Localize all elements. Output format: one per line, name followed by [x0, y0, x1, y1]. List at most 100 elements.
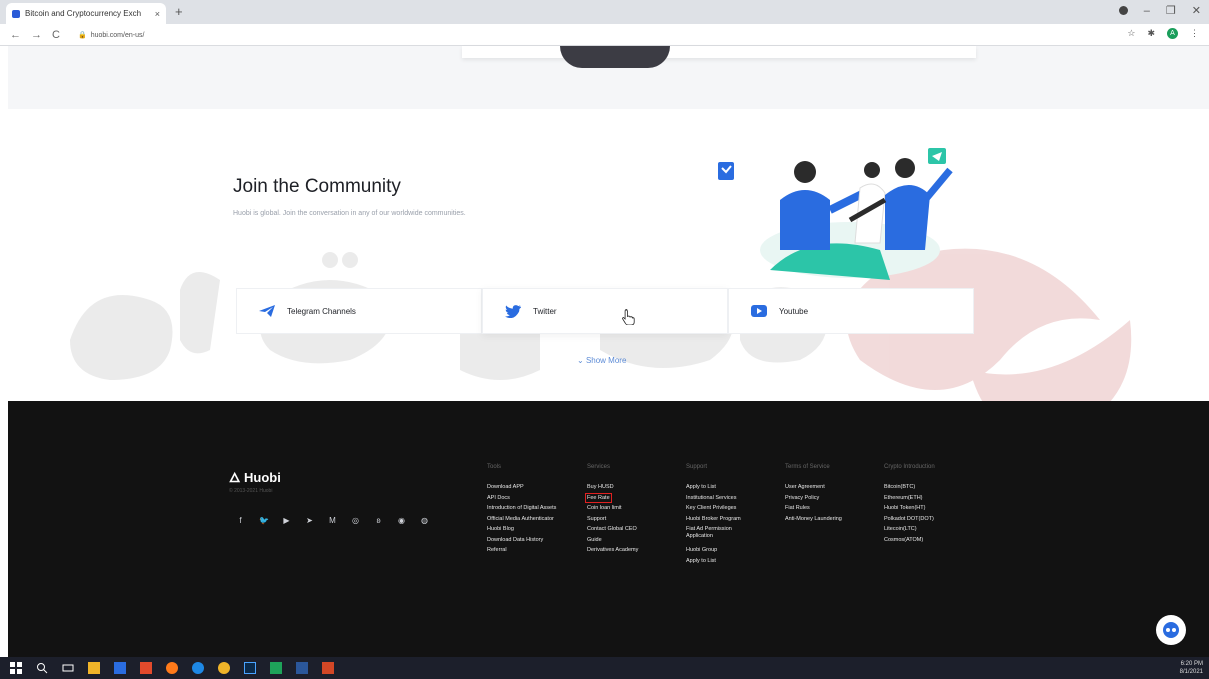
powerpoint-icon[interactable]	[322, 662, 334, 674]
show-more-link[interactable]: ⌄ Show More	[577, 356, 626, 365]
instagram-icon[interactable]: ◎	[351, 516, 360, 525]
file-explorer-icon[interactable]	[88, 662, 100, 674]
back-button[interactable]: ←	[10, 29, 21, 41]
word-icon[interactable]	[296, 662, 308, 674]
windows-taskbar	[0, 657, 1209, 679]
mail-icon[interactable]	[114, 662, 126, 674]
footer-link[interactable]: Derivatives Academy	[587, 547, 638, 558]
youtube-icon[interactable]: ▶	[282, 516, 291, 525]
huobi-favicon-icon	[12, 9, 20, 18]
footer-column-title: Services	[587, 464, 611, 470]
chat-support-button[interactable]	[1156, 615, 1186, 645]
footer-link[interactable]: Huobi Blog	[487, 526, 556, 537]
footer-link[interactable]: Apply to List	[686, 484, 756, 495]
footer-link[interactable]: Coin loan limit	[587, 505, 638, 516]
address-bar[interactable]: 🔒 huobi.com/en-us/	[78, 28, 1108, 42]
hand-cursor-icon	[622, 309, 635, 325]
puzzle-icon[interactable]: ✱	[1147, 28, 1155, 39]
footer-link[interactable]: Apply to List	[686, 558, 756, 569]
reddit-icon[interactable]: ◉	[397, 516, 406, 525]
footer-link[interactable]: Official Media Authenticator	[487, 516, 556, 527]
camtasia-icon[interactable]	[270, 662, 282, 674]
footer-column-crypto: Crypto Introduction Bitcoin(BTC) Ethereu…	[884, 464, 935, 547]
new-tab-button[interactable]: +	[175, 4, 183, 19]
maximize-button[interactable]: ❐	[1166, 4, 1176, 17]
footer-brand[interactable]: 🜂 Huobi	[229, 464, 281, 490]
twitter-icon[interactable]: 🐦	[259, 516, 269, 525]
browser-tab[interactable]: Bitcoin and Cryptocurrency Exch ×	[6, 3, 166, 24]
forward-button[interactable]: →	[31, 29, 42, 41]
weibo-icon[interactable]: ʚ	[374, 516, 383, 525]
task-view-icon[interactable]	[62, 662, 74, 674]
community-title: Join the Community	[233, 176, 401, 197]
menu-dots-icon[interactable]: ⋮	[1190, 28, 1199, 39]
search-icon[interactable]	[36, 662, 48, 674]
channel-label: Telegram Channels	[287, 306, 356, 316]
footer-link[interactable]: Introduction of Digital Assets	[487, 505, 556, 516]
channel-label: Twitter	[533, 306, 557, 316]
wechat-icon[interactable]: ◍	[420, 516, 429, 525]
clock-time: 6:20 PM	[1180, 661, 1203, 667]
footer-link[interactable]: Bitcoin(BTC)	[884, 484, 935, 495]
tab-close-icon[interactable]: ×	[155, 9, 160, 19]
taskbar-clock[interactable]: 6:20 PM 8/1/2021	[1180, 660, 1203, 676]
footer-link[interactable]: Anti-Money Laundering	[785, 516, 842, 527]
footer-link[interactable]: Privacy Policy	[785, 495, 842, 506]
brand-name: Huobi	[244, 470, 281, 485]
footer-column-terms: Terms of Service User Agreement Privacy …	[785, 464, 842, 526]
photoshop-icon[interactable]	[244, 662, 256, 674]
footer-copyright: © 2013-2021 Huobi	[229, 488, 273, 494]
footer-link[interactable]: Key Client Privileges	[686, 505, 756, 516]
channel-telegram[interactable]: Telegram Channels	[236, 288, 482, 334]
browser-toolbar: ← → C 🔒 huobi.com/en-us/ ☆ ✱ A ⋮	[0, 24, 1209, 46]
footer-link[interactable]: Referral	[487, 547, 556, 558]
profile-icon[interactable]	[1118, 6, 1128, 15]
footer-link[interactable]: User Agreement	[785, 484, 842, 495]
channel-twitter[interactable]: Twitter	[482, 288, 728, 334]
footer-column-title: Tools	[487, 464, 502, 470]
footer-link[interactable]: Huobi Broker Program	[686, 516, 756, 527]
footer-link[interactable]: Download Data History	[487, 537, 556, 548]
firefox-icon[interactable]	[166, 662, 178, 674]
close-window-button[interactable]: ✕	[1192, 4, 1201, 17]
footer-link[interactable]: Polkadot DOT(DOT)	[884, 516, 935, 527]
office-icon[interactable]	[140, 662, 152, 674]
footer-link[interactable]: Contact Global CEO	[587, 526, 638, 537]
footer-column-title: Support	[686, 464, 708, 470]
footer-link[interactable]: Fiat Rules	[785, 505, 842, 516]
footer-link[interactable]: Ethereum(ETH)	[884, 495, 935, 506]
footer-link[interactable]: Fiat Ad Permission Application	[686, 526, 756, 547]
community-description: Huobi is global. Join the conversation i…	[233, 210, 466, 217]
telegram-icon[interactable]: ➤	[305, 516, 314, 525]
avatar[interactable]: A	[1167, 28, 1178, 39]
lock-icon: 🔒	[78, 32, 87, 39]
window-controls: – ❐ ✕	[1118, 4, 1201, 17]
medium-icon[interactable]: M	[328, 516, 337, 525]
footer-link[interactable]: Huobi Token(HT)	[884, 505, 935, 516]
app-icon[interactable]	[218, 662, 230, 674]
footer-link[interactable]: API Docs	[487, 495, 556, 506]
footer-link-fee-rate[interactable]: Fee Rate	[585, 492, 638, 506]
minimize-button[interactable]: –	[1144, 5, 1150, 17]
reload-button[interactable]: C	[52, 29, 60, 41]
extensions-area: ☆ ✱ A ⋮	[1127, 28, 1199, 39]
footer-link[interactable]: Huobi Group	[686, 547, 756, 558]
footer-link[interactable]: Buy HUSD	[587, 484, 638, 495]
footer-link[interactable]: Litecoin(LTC)	[884, 526, 935, 537]
facebook-icon[interactable]: f	[236, 516, 245, 525]
fee-rate-highlight[interactable]: Fee Rate	[585, 492, 612, 503]
community-channels: Telegram Channels Twitter Youtube	[236, 288, 976, 334]
telegram-icon	[259, 304, 275, 318]
footer-column-tools: Tools Download APP API Docs Introduction…	[487, 464, 556, 558]
channel-youtube[interactable]: Youtube	[728, 288, 974, 334]
chrome-icon[interactable]	[192, 662, 204, 674]
footer-link[interactable]: Cosmos(ATOM)	[884, 537, 935, 548]
footer-link[interactable]: Guide	[587, 537, 638, 548]
star-icon[interactable]: ☆	[1127, 28, 1135, 39]
footer-link[interactable]: Download APP	[487, 484, 556, 495]
footer-link[interactable]: Institutional Services	[686, 495, 756, 506]
footer-link[interactable]: Support	[587, 516, 638, 527]
windows-start-icon[interactable]	[10, 662, 22, 674]
footer-column-title: Crypto Introduction	[884, 464, 935, 470]
url-text: huobi.com/en-us/	[90, 31, 145, 39]
